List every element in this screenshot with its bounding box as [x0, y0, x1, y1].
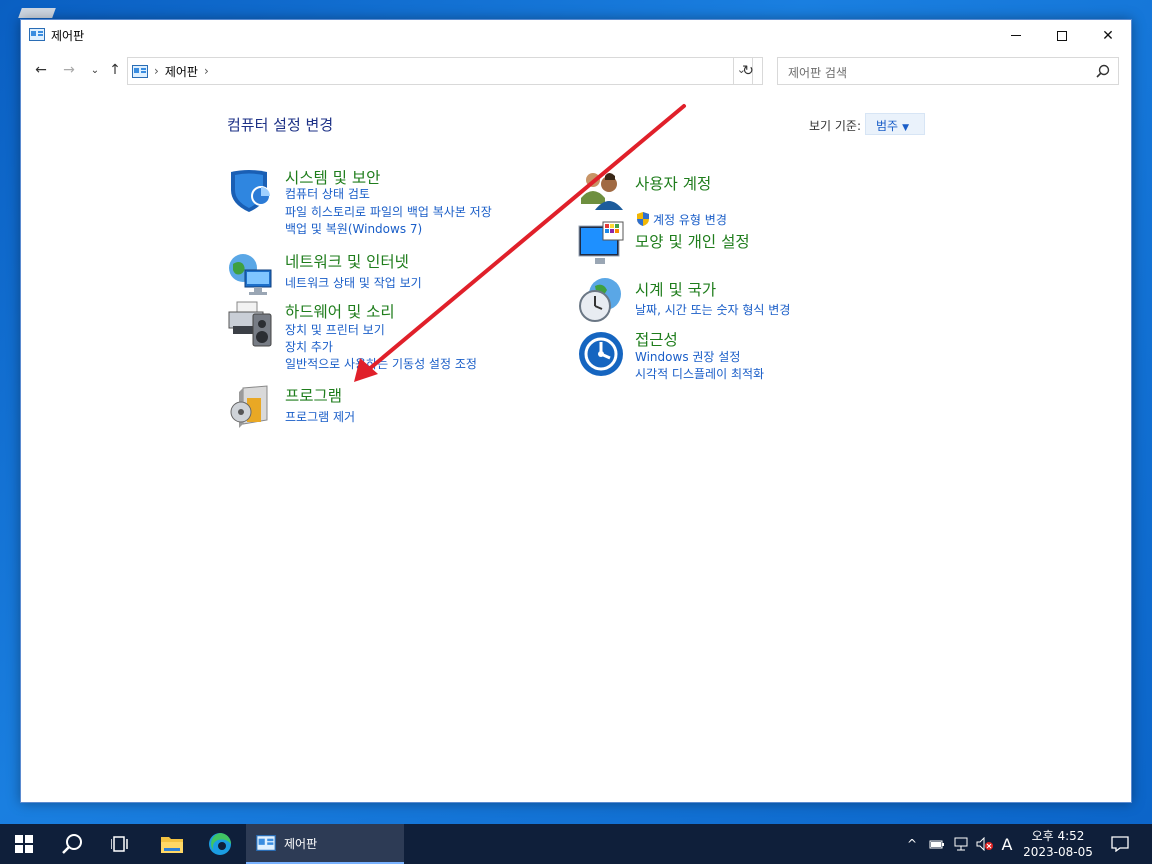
close-icon: ✕: [1102, 27, 1114, 44]
recent-locations-chevron-down-icon[interactable]: ⌄: [85, 65, 105, 76]
chevron-right-icon[interactable]: ›: [204, 64, 209, 78]
category-hardware-sound: 하드웨어 및 소리 장치 및 프린터 보기 장치 추가 일반적으로 사용하는 기…: [227, 300, 567, 372]
chevron-right-icon[interactable]: ›: [154, 64, 159, 78]
category-system-security: 시스템 및 보안 컴퓨터 상태 검토 파일 히스토리로 파일의 백업 복사본 저…: [227, 166, 567, 238]
title-bar[interactable]: 제어판 ✕: [21, 20, 1131, 51]
navigation-bar: ← → ⌄ ↑ › 제어판 › ⌄ ↻ 제어판 검색: [21, 56, 1131, 88]
category-title-clock-region[interactable]: 시계 및 국가: [635, 278, 716, 300]
maximize-icon: [1057, 30, 1067, 41]
accessibility-icon[interactable]: [577, 330, 625, 378]
category-appearance-personalization: 모양 및 개인 설정: [577, 220, 917, 272]
start-button[interactable]: [0, 824, 48, 864]
category-title-appearance-personalization[interactable]: 모양 및 개인 설정: [635, 230, 750, 252]
clock-date: 2023-08-05: [1023, 845, 1093, 859]
control-panel-icon: [29, 28, 45, 41]
forward-button[interactable]: →: [59, 62, 79, 78]
link-review-computer-status[interactable]: 컴퓨터 상태 검토: [285, 185, 370, 202]
category-network-internet: 네트워크 및 인터넷 네트워크 상태 및 작업 보기: [227, 250, 567, 296]
link-optimize-visual-display[interactable]: 시각적 디스플레이 최적화: [635, 365, 764, 382]
window-title: 제어판: [51, 29, 85, 43]
volume-muted-icon[interactable]: [974, 824, 996, 864]
taskbar-app-label: 제어판: [284, 836, 318, 851]
link-add-device[interactable]: 장치 추가: [285, 338, 333, 355]
edge-browser-button[interactable]: [196, 824, 244, 864]
back-button[interactable]: ←: [31, 62, 51, 78]
folder-icon: [161, 837, 183, 853]
view-by-label: 보기 기준:: [809, 119, 862, 133]
refresh-button[interactable]: ↻: [733, 57, 763, 85]
category-title-programs[interactable]: 프로그램: [285, 384, 342, 406]
category-title-user-accounts[interactable]: 사용자 계정: [635, 172, 711, 194]
category-user-accounts: 사용자 계정 계정 유형 변경: [577, 166, 917, 227]
category-ease-of-access: 접근성 Windows 권장 설정 시각적 디스플레이 최적화: [577, 328, 917, 382]
windows-logo-icon: [15, 835, 33, 853]
shield-icon[interactable]: [227, 166, 275, 214]
link-date-time-format[interactable]: 날짜, 시간 또는 숫자 형식 변경: [635, 301, 790, 318]
network-icon-glyph: [954, 837, 968, 851]
system-clock[interactable]: 오후 4:52 2023-08-05: [1020, 824, 1096, 864]
maximize-button[interactable]: [1039, 20, 1085, 51]
file-explorer-button[interactable]: [148, 824, 196, 864]
category-title-hardware-sound[interactable]: 하드웨어 및 소리: [285, 300, 395, 322]
up-button[interactable]: ↑: [105, 62, 125, 78]
personalization-monitor-icon[interactable]: [577, 220, 625, 268]
link-windows-recommended-settings[interactable]: Windows 권장 설정: [635, 348, 740, 365]
clock-time: 오후 4:52: [1031, 829, 1085, 843]
link-backup-restore[interactable]: 백업 및 복원(Windows 7): [285, 220, 422, 237]
search-placeholder: 제어판 검색: [788, 66, 848, 80]
link-network-status[interactable]: 네트워크 상태 및 작업 보기: [285, 274, 422, 291]
view-by-dropdown[interactable]: 범주 ▼: [865, 113, 925, 135]
search-icon: [62, 834, 82, 854]
category-title-network-internet[interactable]: 네트워크 및 인터넷: [285, 250, 409, 272]
taskbar-control-panel-button[interactable]: 제어판: [246, 824, 404, 864]
control-panel-icon: [132, 64, 148, 78]
link-file-history-backup[interactable]: 파일 히스토리로 파일의 백업 복사본 저장: [285, 203, 492, 220]
link-devices-printers[interactable]: 장치 및 프린터 보기: [285, 321, 385, 338]
minimize-icon: [1011, 35, 1021, 36]
category-programs: 프로그램 프로그램 제거: [227, 384, 567, 430]
link-mobility-settings[interactable]: 일반적으로 사용하는 기동성 설정 조정: [285, 355, 477, 372]
search-icon: [1096, 64, 1110, 78]
volume-icon-glyph: [976, 837, 993, 851]
battery-icon-glyph: [929, 840, 944, 849]
task-view-button[interactable]: [96, 824, 144, 864]
show-hidden-icons-chevron-up-icon[interactable]: ^: [902, 824, 922, 864]
network-icon[interactable]: [950, 824, 972, 864]
taskbar-search-button[interactable]: [48, 824, 96, 864]
user-accounts-icon[interactable]: [577, 166, 625, 214]
breadcrumb-control-panel[interactable]: 제어판: [165, 63, 198, 80]
clock-globe-icon[interactable]: [577, 276, 625, 324]
edge-icon: [209, 833, 231, 855]
notification-icon: [1111, 836, 1129, 852]
category-clock-region: 시계 및 국가 날짜, 시간 또는 숫자 형식 변경: [577, 276, 917, 324]
caret-down-icon: ▼: [902, 123, 910, 133]
search-input[interactable]: 제어판 검색: [777, 57, 1119, 85]
link-uninstall-program[interactable]: 프로그램 제거: [285, 408, 355, 425]
control-panel-icon: [256, 835, 276, 851]
control-panel-window: 제어판 ✕ ← → ⌄ ↑ › 제어판 › ⌄ ↻ 제어판 검색 컴퓨터 설정 …: [20, 19, 1132, 803]
battery-icon[interactable]: [926, 824, 948, 864]
printer-speaker-icon[interactable]: [227, 300, 275, 348]
address-bar[interactable]: › 제어판 › ⌄: [127, 57, 753, 85]
notification-center-button[interactable]: [1104, 824, 1136, 864]
programs-icon[interactable]: [227, 384, 275, 432]
input-method-indicator[interactable]: A: [996, 824, 1018, 864]
view-by-value: 범주: [876, 119, 899, 133]
task-view-icon: [111, 836, 128, 852]
minimize-button[interactable]: [993, 20, 1039, 51]
refresh-icon: ↻: [742, 63, 754, 79]
taskbar: 제어판 ^ A 오후 4:52 2023-08-05: [0, 824, 1152, 864]
page-title: 컴퓨터 설정 변경: [227, 116, 334, 134]
network-globe-icon[interactable]: [227, 250, 275, 298]
category-title-ease-of-access[interactable]: 접근성: [635, 328, 678, 350]
close-button[interactable]: ✕: [1085, 20, 1131, 51]
desktop-recycle-bin-icon[interactable]: [16, 6, 58, 20]
